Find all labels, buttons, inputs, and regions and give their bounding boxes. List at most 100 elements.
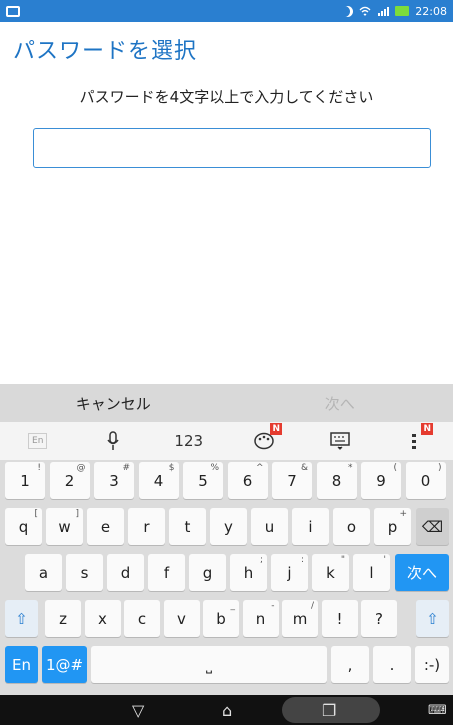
clock: 22:08 [415, 4, 447, 18]
key-j[interactable]: j: [271, 554, 308, 591]
key-a[interactable]: a [25, 554, 62, 591]
key-f[interactable]: f [148, 554, 185, 591]
key-label: j [287, 563, 292, 582]
key-label: b [216, 609, 226, 628]
key-label: k [326, 563, 335, 582]
language-switch-icon[interactable]: En [18, 427, 58, 455]
key-label: 0 [420, 471, 431, 490]
key-m[interactable]: m / [282, 600, 318, 637]
space-key[interactable]: ⎵ [91, 646, 327, 683]
key-secondary-label: - [271, 601, 275, 611]
key-z[interactable]: z [45, 600, 81, 637]
key-3[interactable]: 3 # [94, 462, 134, 499]
key-5[interactable]: 5% [183, 462, 223, 499]
key-w[interactable]: w] [46, 508, 83, 545]
key-g[interactable]: g [189, 554, 226, 591]
key-label: d [120, 563, 131, 582]
key-label: s [80, 563, 89, 582]
key-s[interactable]: s [66, 554, 103, 591]
key-8[interactable]: 8 * [316, 462, 357, 499]
key-secondary-label: " [340, 555, 345, 565]
key-v[interactable]: v [163, 600, 200, 637]
key-secondary-label: % [210, 463, 219, 473]
home-icon[interactable]: ⌂ [222, 701, 232, 720]
key-d[interactable]: d [107, 554, 144, 591]
key-label: e [100, 517, 111, 536]
key-label: t [184, 517, 191, 536]
new-badge: N [270, 423, 283, 435]
language-key[interactable]: En [5, 646, 38, 683]
recent-apps-icon[interactable]: ❐ [322, 701, 336, 720]
key-label: 次へ [406, 564, 437, 582]
key-label: i [308, 517, 313, 536]
emoticon-key[interactable]: :-) [415, 646, 449, 683]
status-icons: 22:08 [342, 5, 447, 18]
signal-icon [378, 7, 390, 16]
key-c[interactable]: c [124, 600, 160, 637]
key-label: w [58, 517, 71, 536]
password-input[interactable] [33, 128, 431, 168]
next-button[interactable]: 次へ [227, 384, 453, 422]
back-icon[interactable]: ▽ [132, 701, 144, 720]
key-label: :-) [423, 655, 441, 674]
backspace-key[interactable]: ⌫ [416, 508, 449, 545]
next-key[interactable]: 次へ [395, 554, 449, 591]
keyboard-switch-icon[interactable]: ⌨ [428, 703, 447, 718]
key-4[interactable]: 4 $ [138, 462, 179, 499]
key-secondary-label: ' [383, 555, 386, 565]
key-label: En [12, 655, 31, 674]
key-secondary-label: ^ [255, 463, 264, 473]
keyboard-row-2: q[w] e r t y u i o p + ⌫ [0, 508, 453, 546]
key-label: o [346, 517, 357, 536]
key-x[interactable]: x [84, 600, 121, 637]
key-p[interactable]: p + [374, 508, 411, 545]
key-u[interactable]: u [251, 508, 288, 545]
symbols-key[interactable]: 1@# [42, 646, 87, 683]
more-options-icon[interactable]: N [395, 423, 435, 455]
key-y[interactable]: y [210, 508, 247, 545]
key-secondary-label: * [348, 463, 353, 473]
key-k[interactable]: k " [312, 554, 349, 591]
key-b[interactable]: b _ [203, 600, 239, 637]
new-badge: N [421, 423, 434, 435]
key-9[interactable]: 9( [361, 462, 401, 499]
keyboard-row-3: a s d f g h; j: k " l ' 次へ [0, 554, 453, 592]
shift-key-left[interactable]: ⇧ [5, 600, 38, 637]
cancel-button[interactable]: キャンセル [0, 384, 227, 422]
navigation-bar: ▽ ⌂ ❐ ⌨ [0, 695, 453, 725]
key-secondary-label: ! [37, 463, 41, 473]
comma-key[interactable]: , [331, 646, 369, 683]
key-secondary-label: [ [34, 509, 38, 519]
key-label: . [389, 655, 395, 674]
key-l[interactable]: l ' [353, 554, 390, 591]
shift-key-right[interactable]: ⇧ [416, 600, 449, 637]
key-n[interactable]: n- [242, 600, 279, 637]
key-label: 8 [331, 471, 342, 490]
theme-palette-icon[interactable]: N [244, 423, 284, 455]
number-mode-button[interactable]: 123 [169, 427, 209, 455]
key-secondary-label: _ [230, 601, 236, 611]
key-label: ! [336, 609, 343, 628]
key-r[interactable]: r [128, 508, 165, 545]
key-label: ⇧ [15, 609, 28, 628]
key-7[interactable]: 7 & [272, 462, 312, 499]
key-1[interactable]: 1! [5, 462, 45, 499]
keyboard-row-4: ⇧ z x c v b _ n - m /!? ⇧ [0, 600, 453, 638]
key-0[interactable]: 0) [405, 462, 446, 499]
keyboard-hide-icon[interactable] [320, 427, 360, 455]
key-sym[interactable]: ! [321, 600, 358, 637]
period-key[interactable]: . [373, 646, 411, 683]
key-o[interactable]: o [333, 508, 370, 545]
key-t[interactable]: t [169, 508, 206, 545]
key-label: 2 [64, 471, 75, 490]
key-6[interactable]: 6 ^ [227, 462, 268, 499]
key-sym[interactable]: ? [361, 600, 397, 637]
microphone-icon[interactable] [93, 427, 133, 455]
key-h[interactable]: h; [230, 554, 267, 591]
keyboard-row-1: 1! 2 @3 #4 $5% 6 ^ 7 & 8 * 9(0) [0, 462, 453, 500]
key-e[interactable]: e [87, 508, 124, 545]
key-2[interactable]: 2 @ [49, 462, 90, 499]
key-i[interactable]: i [292, 508, 329, 545]
key-q[interactable]: q[ [5, 508, 42, 545]
key-label: ⌫ [421, 517, 444, 536]
